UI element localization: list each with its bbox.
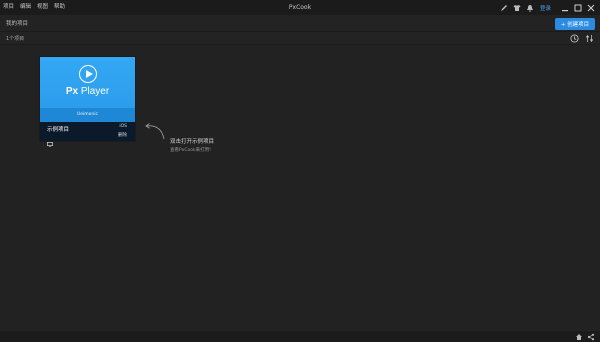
menu-item-project[interactable]: 项目 — [3, 0, 14, 15]
project-count: 1个项目 — [6, 36, 25, 42]
hint-title: 双击打开示例项目 — [170, 139, 215, 145]
play-icon — [79, 65, 97, 83]
project-author: Ueimonic — [76, 112, 99, 117]
pen-icon[interactable] — [499, 3, 509, 13]
curved-arrow-icon — [145, 123, 165, 140]
status-bar — [0, 331, 600, 342]
bell-icon[interactable] — [525, 3, 535, 13]
monitor-icon — [47, 132, 53, 151]
filter-icon[interactable] — [584, 33, 594, 43]
menu-bar: 项目 编辑 视图 帮助 — [0, 0, 71, 15]
close-icon[interactable] — [586, 3, 596, 13]
project-platform: iOS — [119, 124, 127, 129]
project-thumbnail[interactable]: Px Player Ueimonic — [40, 57, 135, 122]
hint-subtitle: 查看PxCook来打用! — [170, 148, 211, 153]
logo-suffix: Player — [80, 86, 110, 97]
menu-item-view[interactable]: 视图 — [37, 0, 48, 15]
menu-item-edit[interactable]: 编辑 — [20, 0, 31, 15]
project-toolbar: 1个项目 — [0, 32, 600, 45]
menu-item-help[interactable]: 帮助 — [54, 0, 65, 15]
history-icon[interactable] — [569, 33, 579, 43]
status-icons — [571, 332, 595, 341]
logo-prefix: Px — [65, 86, 79, 97]
title-bar: 项目 编辑 视图 帮助 PxCook 登录 — [0, 0, 600, 15]
login-link[interactable]: 登录 — [540, 4, 551, 12]
toolbar-icons — [564, 33, 594, 43]
project-card[interactable]: Px Player Ueimonic 示例项目 iOS 删除 — [40, 57, 135, 148]
minimize-icon[interactable] — [560, 3, 570, 13]
delete-button[interactable]: 删除 — [118, 132, 127, 138]
project-info: 示例项目 iOS 删除 — [40, 122, 135, 148]
page-header: 我的项目 + 创建项目 — [0, 15, 600, 32]
titlebar-actions: 登录 — [496, 0, 596, 15]
page-title: 我的项目 — [6, 21, 29, 27]
shirt-icon[interactable] — [512, 3, 522, 13]
create-project-button[interactable]: + 创建项目 — [555, 18, 595, 30]
maximize-icon[interactable] — [573, 3, 583, 13]
project-logo: Px Player — [40, 86, 135, 97]
home-icon[interactable] — [574, 332, 583, 341]
share-icon[interactable] — [586, 332, 595, 341]
